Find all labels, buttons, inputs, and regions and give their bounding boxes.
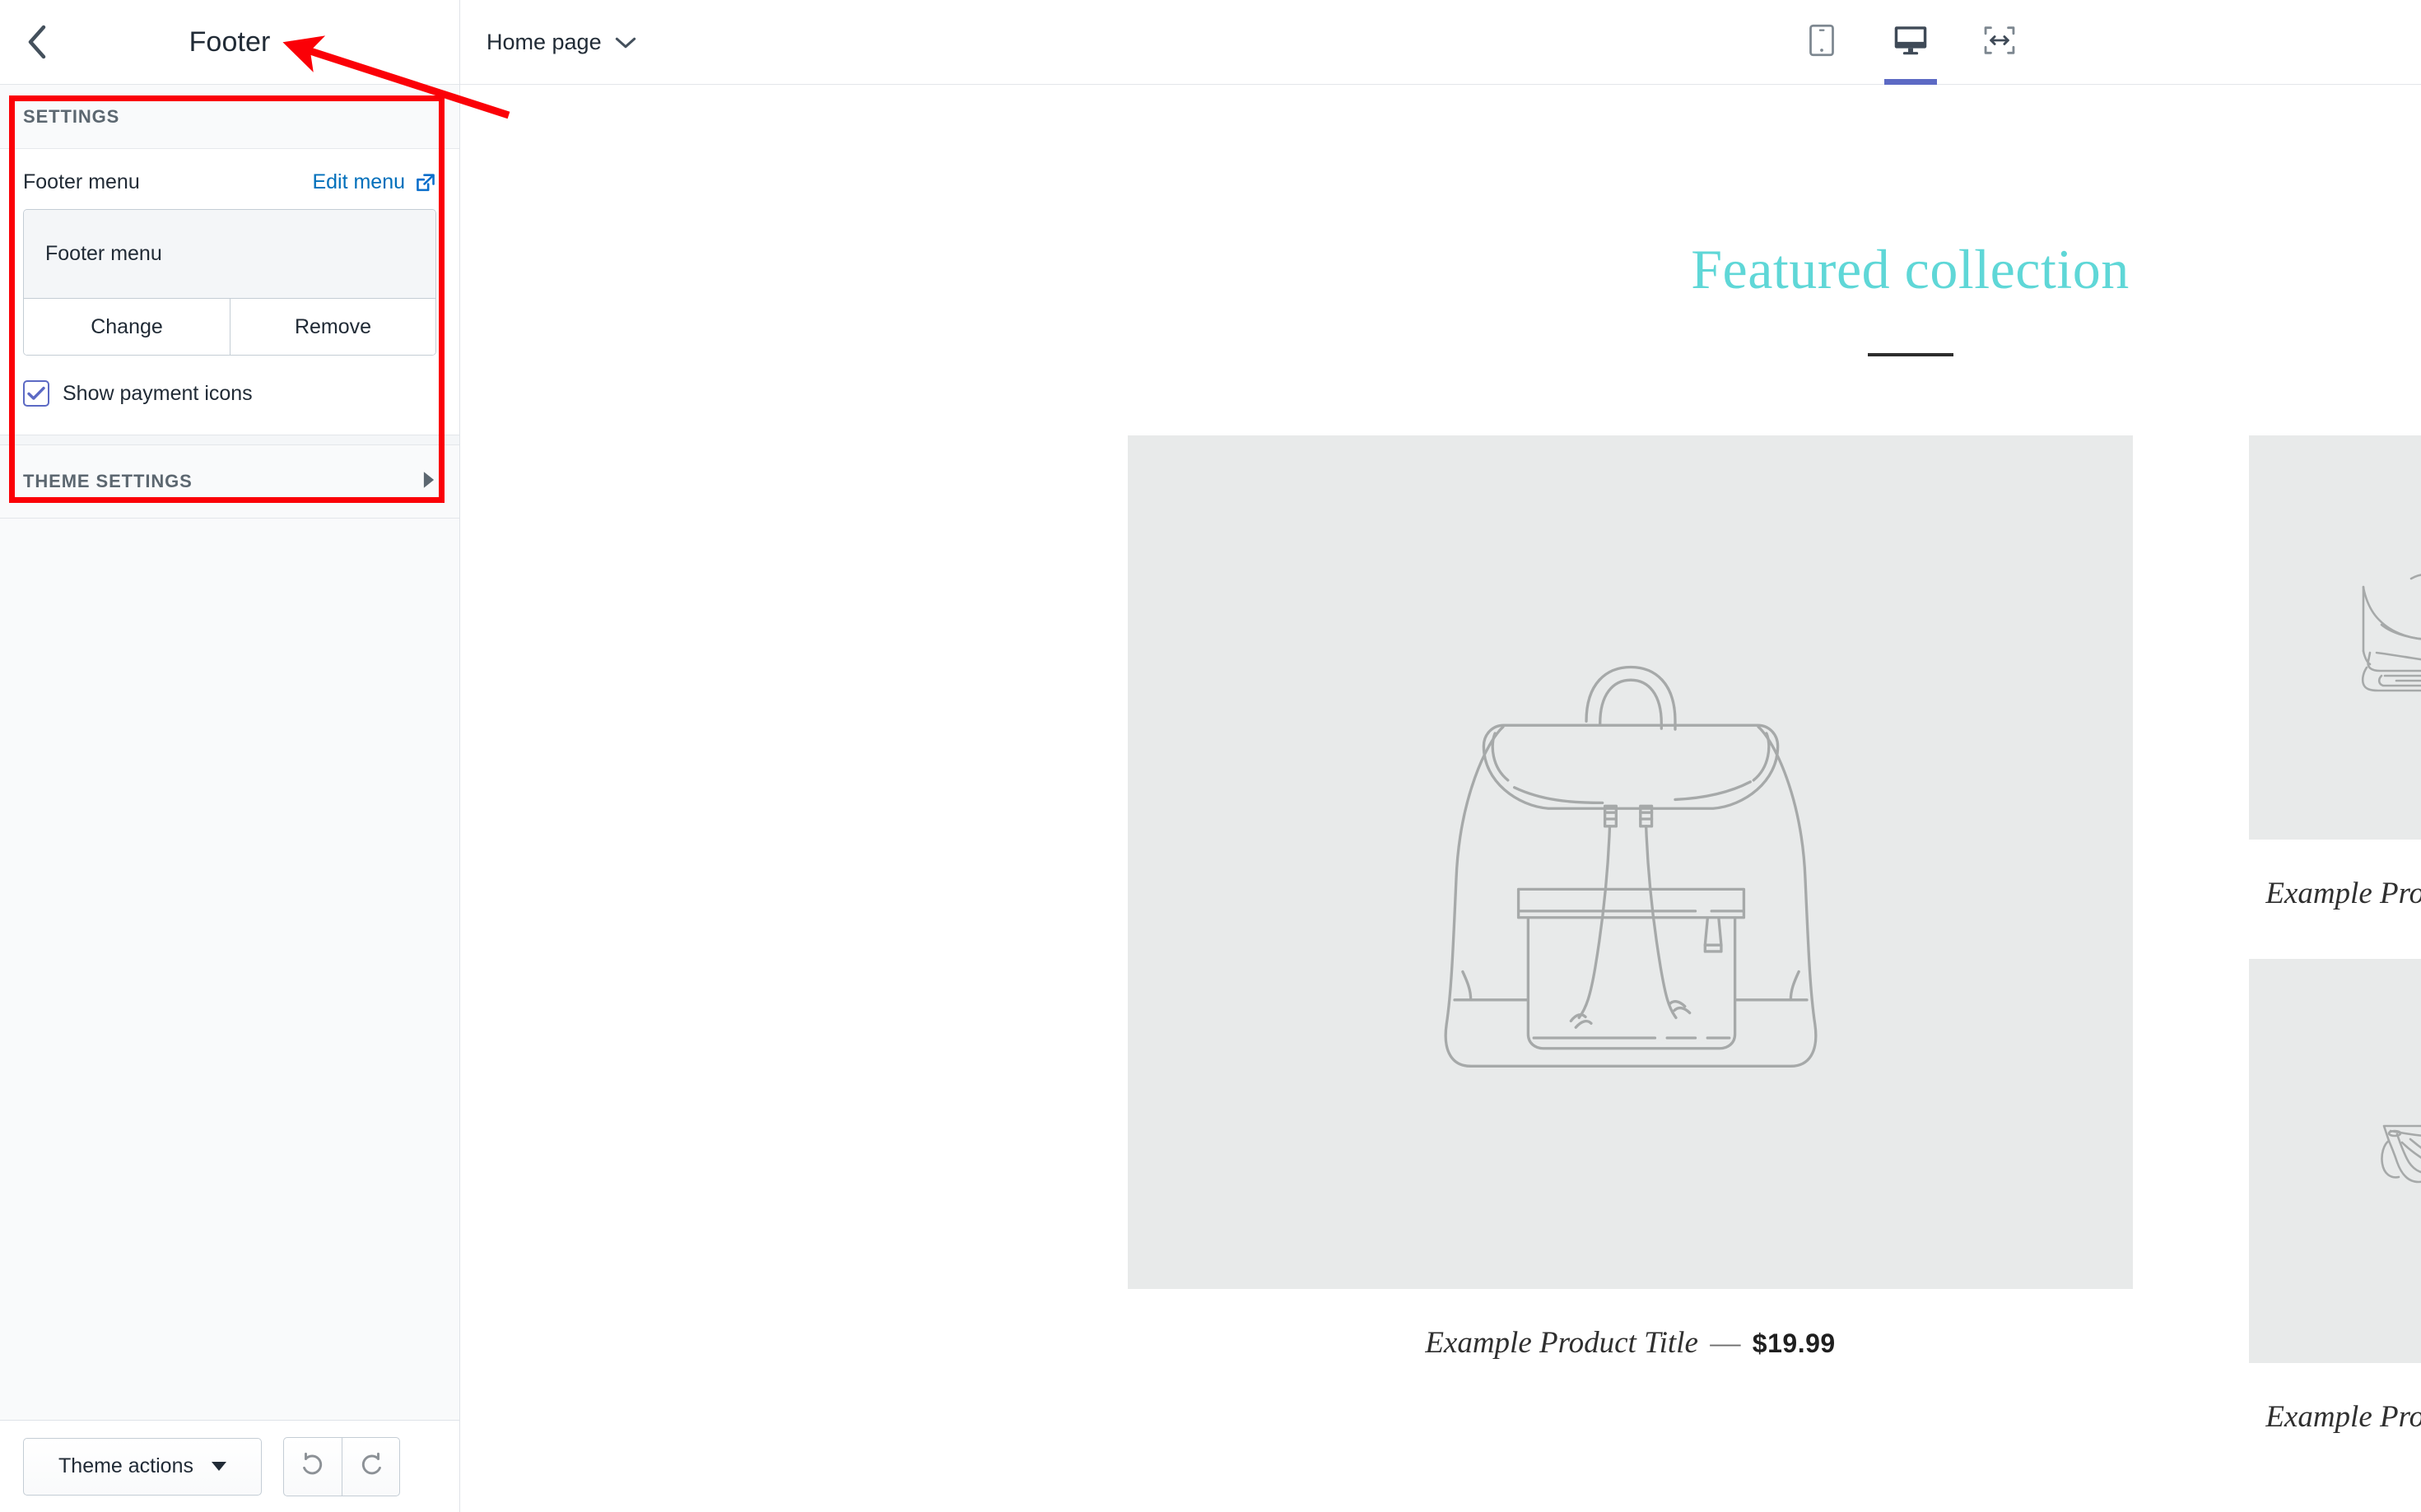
sidebar-empty-area xyxy=(0,519,459,1420)
theme-editor-app: Footer SETTINGS Footer menu Edit menu Fo… xyxy=(0,0,2421,1512)
theme-actions-button[interactable]: Theme actions xyxy=(23,1437,262,1496)
product-title: Example Product Title xyxy=(2265,877,2421,910)
redo-arrow-icon xyxy=(357,1450,385,1482)
eyeglasses-illustration xyxy=(2380,1124,2421,1183)
footer-menu-card-value: Footer menu xyxy=(24,210,435,298)
sidebar-header: Footer xyxy=(0,0,459,85)
desktop-monitor-icon xyxy=(1893,25,1928,60)
triangle-down-icon xyxy=(211,1462,226,1471)
footer-menu-card: Footer menu Change Remove xyxy=(23,209,436,356)
show-payment-icons-checkbox-row[interactable]: Show payment icons xyxy=(23,380,436,407)
checkmark-icon xyxy=(27,386,45,401)
product-card-sneaker[interactable]: Example Product Title — $19.99 xyxy=(2249,435,2421,911)
store-preview-canvas: Featured collection Example Product Titl… xyxy=(460,237,2421,1512)
page-title: Footer xyxy=(189,26,271,58)
store-preview: Featured collection Example Product Titl… xyxy=(460,85,2421,1512)
product-card-eyeglasses[interactable]: Example Product Title — $19.99 xyxy=(2249,959,2421,1435)
show-payment-icons-checkbox[interactable] xyxy=(23,380,49,407)
theme-settings-row[interactable]: THEME SETTINGS xyxy=(0,444,459,519)
settings-body: Footer menu Edit menu Footer menu Change… xyxy=(0,149,459,435)
device-button-full-width[interactable] xyxy=(1970,0,2029,85)
theme-settings-label: THEME SETTINGS xyxy=(23,471,193,491)
chevron-left-icon xyxy=(26,25,48,59)
settings-sidebar: Footer SETTINGS Footer menu Edit menu Fo… xyxy=(0,0,460,1512)
settings-section-header: SETTINGS xyxy=(0,85,459,149)
product-image-eyeglasses xyxy=(2249,959,2421,1363)
page-selector-label: Home page xyxy=(487,29,602,54)
backpack-illustration xyxy=(1444,665,1817,1068)
footer-menu-card-actions: Change Remove xyxy=(24,298,435,355)
undo-arrow-icon xyxy=(299,1450,327,1482)
product-title: Example Product Title xyxy=(1425,1326,1698,1360)
undo-button[interactable] xyxy=(284,1438,342,1496)
theme-actions-label: Theme actions xyxy=(58,1454,193,1477)
product-caption-backpack: Example Product Title — $19.99 xyxy=(1128,1325,2133,1361)
external-link-icon xyxy=(415,172,436,193)
product-image-backpack xyxy=(1128,435,2133,1289)
mobile-device-icon xyxy=(1808,24,1836,61)
product-title: Example Product Title xyxy=(2265,1400,2421,1434)
show-payment-icons-label: Show payment icons xyxy=(63,381,253,405)
product-caption-dash: — xyxy=(1710,1326,1741,1360)
change-button[interactable]: Change xyxy=(24,299,230,355)
sidebar-divider xyxy=(0,435,459,444)
product-caption-eyeglasses: Example Product Title — $19.99 xyxy=(2249,1399,2421,1435)
product-card-large[interactable]: Example Product Title — $19.99 xyxy=(1128,435,2133,1361)
featured-collection-title: Featured collection xyxy=(1691,238,2130,300)
undo-redo-group xyxy=(283,1436,400,1496)
top-toolbar: Home page xyxy=(460,0,2421,85)
product-caption-sneaker: Example Product Title — $19.99 xyxy=(2249,876,2421,911)
page-selector[interactable]: Home page xyxy=(487,30,636,55)
product-image-sneaker xyxy=(2249,435,2421,840)
footer-menu-label: Footer menu xyxy=(23,170,140,193)
device-button-mobile[interactable] xyxy=(1792,0,1851,85)
footer-menu-field-row: Footer menu Edit menu xyxy=(23,170,436,194)
chevron-down-icon xyxy=(615,30,636,55)
product-price: $19.99 xyxy=(1752,1328,1836,1358)
caret-right-icon xyxy=(421,471,436,493)
settings-section: SETTINGS Footer menu Edit menu Footer me… xyxy=(0,85,459,435)
back-button[interactable] xyxy=(15,20,59,64)
device-preview-switcher xyxy=(1792,0,2029,85)
full-width-arrows-icon xyxy=(1983,26,2016,59)
device-button-desktop[interactable] xyxy=(1881,0,1940,85)
product-grid: Example Product Title — $19.99 Example P… xyxy=(460,435,2421,1435)
edit-menu-link-label: Edit menu xyxy=(312,170,405,193)
footer-menu-card-value-text: Footer menu xyxy=(45,242,162,265)
settings-heading: SETTINGS xyxy=(23,105,120,127)
edit-menu-link[interactable]: Edit menu xyxy=(312,170,436,194)
product-column-right: Example Product Title — $19.99 xyxy=(2249,435,2421,1435)
redo-button[interactable] xyxy=(342,1437,399,1496)
remove-button[interactable]: Remove xyxy=(230,299,435,355)
sneaker-illustration xyxy=(2361,573,2421,691)
sidebar-footer-toolbar: Theme actions xyxy=(0,1420,459,1512)
editor-main: Home page Featured collection Example Pr… xyxy=(460,0,2421,1512)
title-underline-rule xyxy=(1867,353,1953,356)
